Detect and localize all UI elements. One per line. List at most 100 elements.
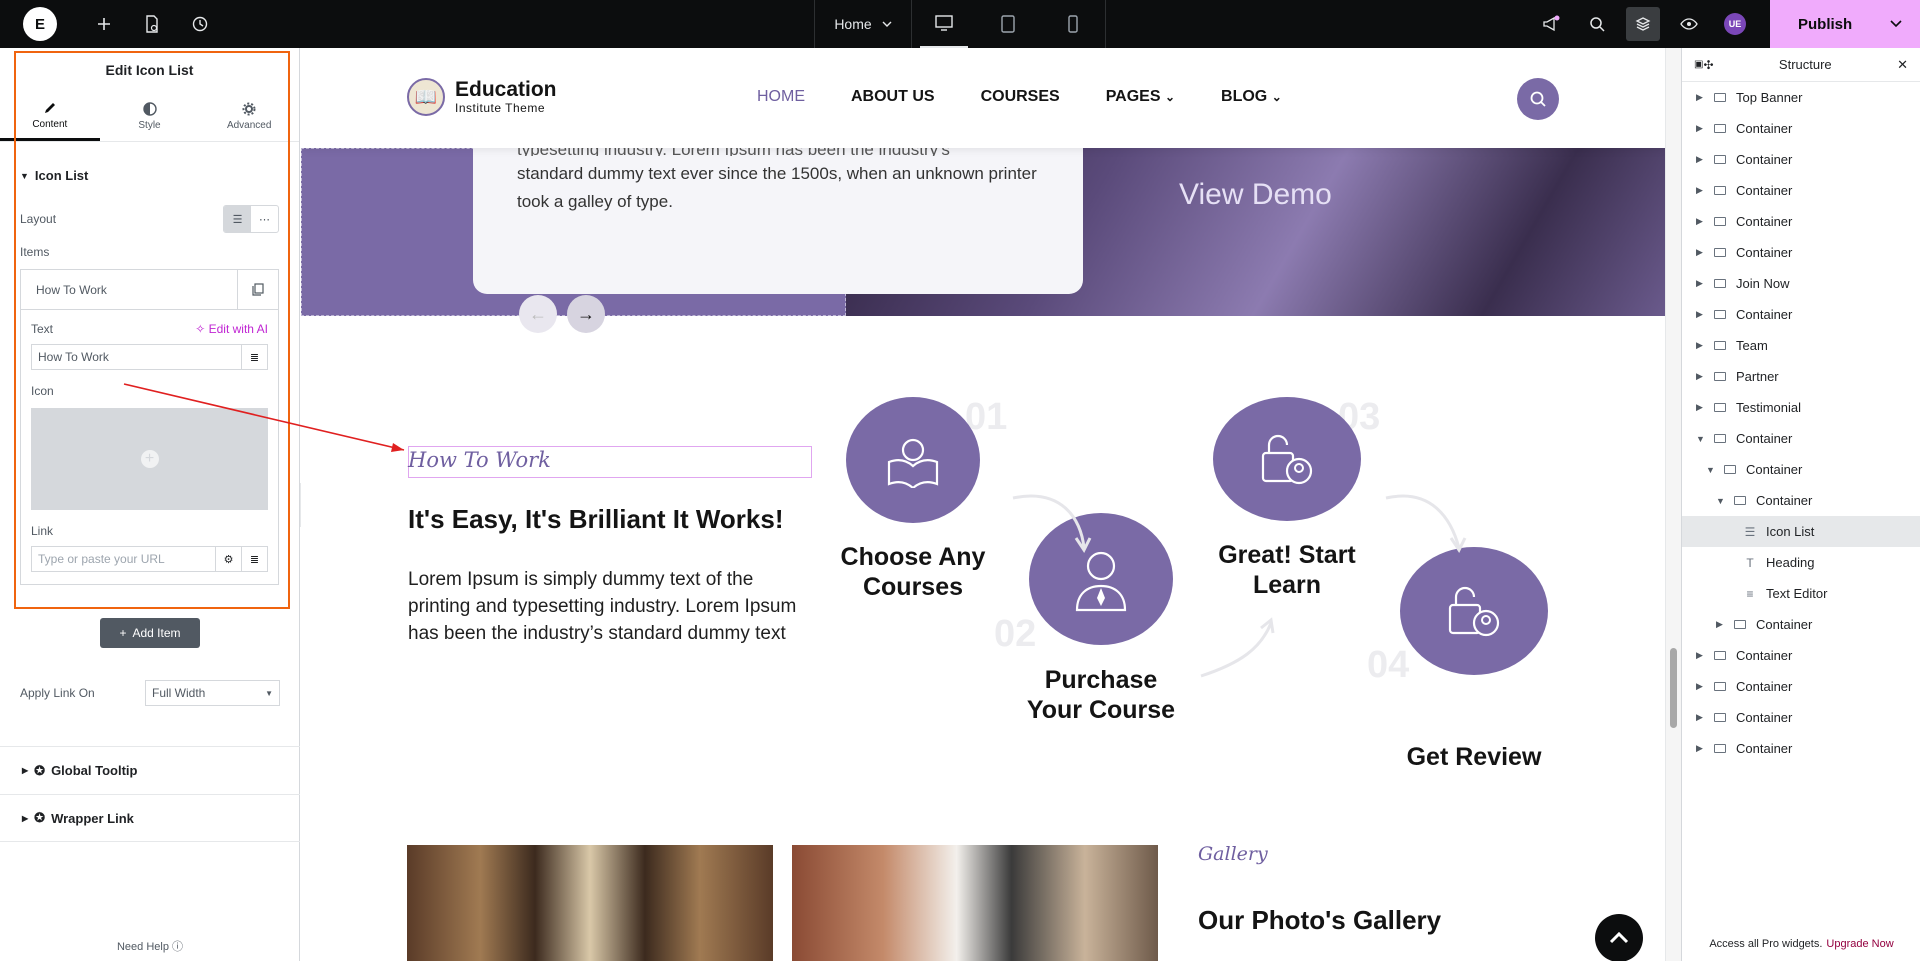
link-options-button[interactable]: ⚙ xyxy=(215,547,241,571)
finder-button[interactable] xyxy=(1574,0,1620,48)
caret-right-icon[interactable]: ▶ xyxy=(1696,340,1706,351)
tree-item[interactable]: ▶ Container xyxy=(1682,733,1920,764)
duplicate-item-button[interactable] xyxy=(238,270,278,309)
tab-advanced[interactable]: Advanced xyxy=(199,92,299,141)
global-tooltip-section[interactable]: ▶ ✪ Global Tooltip xyxy=(0,746,300,794)
tree-item[interactable]: ▶ Container xyxy=(1682,237,1920,268)
site-search-button[interactable] xyxy=(1517,78,1559,120)
canvas-scrollbar[interactable] xyxy=(1665,48,1681,961)
mobile-view-button[interactable] xyxy=(1049,0,1097,48)
tree-item[interactable]: ▶ Container xyxy=(1682,206,1920,237)
tree-item[interactable]: ▶ Top Banner xyxy=(1682,82,1920,113)
tree-item[interactable]: ▶ Join Now xyxy=(1682,268,1920,299)
caret-right-icon[interactable]: ▶ xyxy=(1696,309,1706,320)
gallery-subtitle: Gallery xyxy=(1198,843,1268,865)
tree-item[interactable]: ▶ Container xyxy=(1682,144,1920,175)
page-selector[interactable]: Home xyxy=(814,0,912,48)
tab-style[interactable]: Style xyxy=(100,92,200,141)
add-item-button[interactable]: + Add Item xyxy=(100,618,200,648)
tree-item-label: Container xyxy=(1756,493,1813,508)
tree-item[interactable]: ▶ Container xyxy=(1682,609,1920,640)
top-bar: E Home UE Publish xyxy=(0,0,1920,48)
elementor-logo-button[interactable]: E xyxy=(0,0,80,48)
tree-item[interactable]: ▶ Container xyxy=(1682,671,1920,702)
caret-right-icon[interactable]: ▶ xyxy=(1696,712,1706,723)
need-help-link[interactable]: Need Help ⓘ xyxy=(0,938,300,954)
add-element-button[interactable] xyxy=(80,0,128,48)
notifications-button[interactable] xyxy=(1528,0,1574,48)
collapse-all-icon[interactable]: ▣ xyxy=(1694,59,1703,70)
page-settings-button[interactable] xyxy=(128,0,176,48)
scroll-to-top-button[interactable] xyxy=(1595,914,1643,961)
tree-item[interactable]: ≡ Text Editor xyxy=(1682,578,1920,609)
section-icon-list-toggle[interactable]: ▼ Icon List xyxy=(20,168,279,183)
caret-right-icon[interactable]: ▶ xyxy=(1696,185,1706,196)
caret-down-icon[interactable]: ▼ xyxy=(1696,434,1706,444)
close-icon[interactable]: ✕ xyxy=(1897,57,1908,73)
layout-inline-button[interactable]: ⋯ xyxy=(251,206,278,232)
tree-item[interactable]: ▶ Container xyxy=(1682,640,1920,671)
prev-arrow-button[interactable]: ← xyxy=(519,295,557,333)
structure-button[interactable] xyxy=(1626,7,1660,41)
publish-button[interactable]: Publish xyxy=(1770,0,1920,48)
site-brand[interactable]: 📖 Education Institute Theme xyxy=(407,78,557,116)
tree-item[interactable]: ☰ Icon List xyxy=(1682,516,1920,547)
caret-right-icon[interactable]: ▶ xyxy=(1696,371,1706,382)
caret-right-icon[interactable]: ▶ xyxy=(1696,743,1706,754)
menu-home[interactable]: HOME xyxy=(757,88,805,106)
icon-picker[interactable]: + xyxy=(31,408,268,510)
caret-down-icon[interactable]: ▼ xyxy=(1706,465,1716,475)
user-menu-button[interactable]: UE xyxy=(1712,0,1758,48)
caret-right-icon[interactable]: ▶ xyxy=(1696,247,1706,258)
next-arrow-button[interactable]: → xyxy=(567,295,605,333)
repeater-item-title[interactable]: How To Work xyxy=(21,270,238,309)
preview-button[interactable] xyxy=(1666,0,1712,48)
caret-right-icon[interactable]: ▶ xyxy=(1696,123,1706,134)
dynamic-tags-button[interactable]: ≣ xyxy=(241,345,267,369)
apply-link-select[interactable]: Full Width ▼ xyxy=(145,680,280,706)
editor-panel: Edit Icon List Content Style Advanced ▼ … xyxy=(0,48,300,961)
link-dynamic-tags-button[interactable]: ≣ xyxy=(241,547,267,571)
text-input[interactable]: How To Work xyxy=(32,345,241,369)
tree-item[interactable]: ▶ Container xyxy=(1682,175,1920,206)
tree-item[interactable]: ▶ Team xyxy=(1682,330,1920,361)
tree-item[interactable]: ▼ Container xyxy=(1682,423,1920,454)
tree-item[interactable]: ▼ Container xyxy=(1682,454,1920,485)
menu-blog[interactable]: BLOG ⌄ xyxy=(1221,88,1282,106)
sparkle-icon[interactable]: ✣ xyxy=(1703,58,1713,72)
arrow-left-icon: ← xyxy=(529,303,547,324)
upgrade-link[interactable]: Upgrade Now xyxy=(1826,938,1893,950)
caret-right-icon[interactable]: ▶ xyxy=(1696,92,1706,103)
tree-item[interactable]: ▶ Testimonial xyxy=(1682,392,1920,423)
menu-pages[interactable]: PAGES ⌄ xyxy=(1106,88,1175,106)
menu-about-us[interactable]: ABOUT US xyxy=(851,88,935,106)
edit-with-ai-button[interactable]: ✧ Edit with AI xyxy=(195,322,268,336)
link-input[interactable]: Type or paste your URL xyxy=(32,547,215,571)
view-demo-text[interactable]: View Demo xyxy=(1179,178,1332,212)
tree-item[interactable]: ▼ Container xyxy=(1682,485,1920,516)
tree-item[interactable]: ▶ Partner xyxy=(1682,361,1920,392)
caret-right-icon[interactable]: ▶ xyxy=(1696,402,1706,413)
caret-down-icon[interactable]: ▼ xyxy=(1716,496,1726,506)
caret-right-icon[interactable]: ▶ xyxy=(1696,154,1706,165)
tree-item[interactable]: T Heading xyxy=(1682,547,1920,578)
brand-text: Education Institute Theme xyxy=(455,79,557,116)
caret-right-icon[interactable]: ▶ xyxy=(1696,650,1706,661)
desktop-view-button[interactable] xyxy=(920,0,969,48)
apply-link-label: Apply Link On xyxy=(20,686,95,700)
wrapper-link-section[interactable]: ▶ ✪ Wrapper Link xyxy=(0,794,300,842)
tree-item[interactable]: ▶ Container xyxy=(1682,702,1920,733)
caret-right-icon[interactable]: ▶ xyxy=(1696,681,1706,692)
scrollbar-thumb[interactable] xyxy=(1670,648,1677,728)
history-button[interactable] xyxy=(176,0,224,48)
section-subtitle[interactable]: How To Work xyxy=(408,448,551,472)
layout-default-button[interactable]: ☰ xyxy=(224,206,251,232)
caret-right-icon[interactable]: ▶ xyxy=(1696,278,1706,289)
menu-courses[interactable]: COURSES xyxy=(981,88,1060,106)
caret-right-icon[interactable]: ▶ xyxy=(1696,216,1706,227)
tab-content[interactable]: Content xyxy=(0,92,100,141)
tree-item[interactable]: ▶ Container xyxy=(1682,299,1920,330)
tablet-view-button[interactable] xyxy=(984,0,1032,48)
tree-item[interactable]: ▶ Container xyxy=(1682,113,1920,144)
caret-right-icon[interactable]: ▶ xyxy=(1716,619,1726,630)
